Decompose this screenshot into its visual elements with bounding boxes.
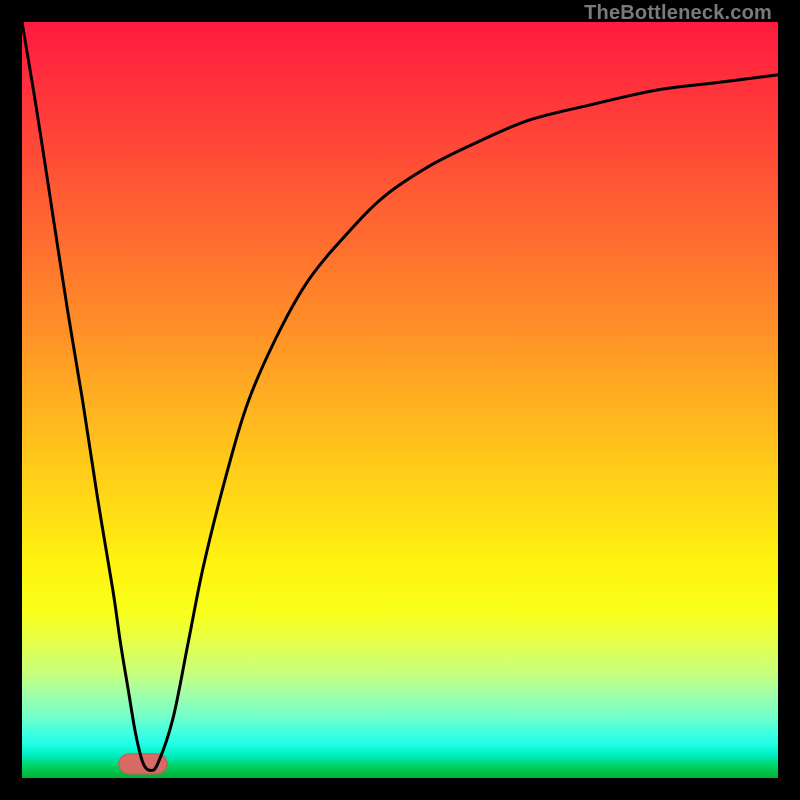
plot-frame [22,22,778,778]
bottleneck-curve-line [22,22,778,770]
chart-svg [22,22,778,778]
